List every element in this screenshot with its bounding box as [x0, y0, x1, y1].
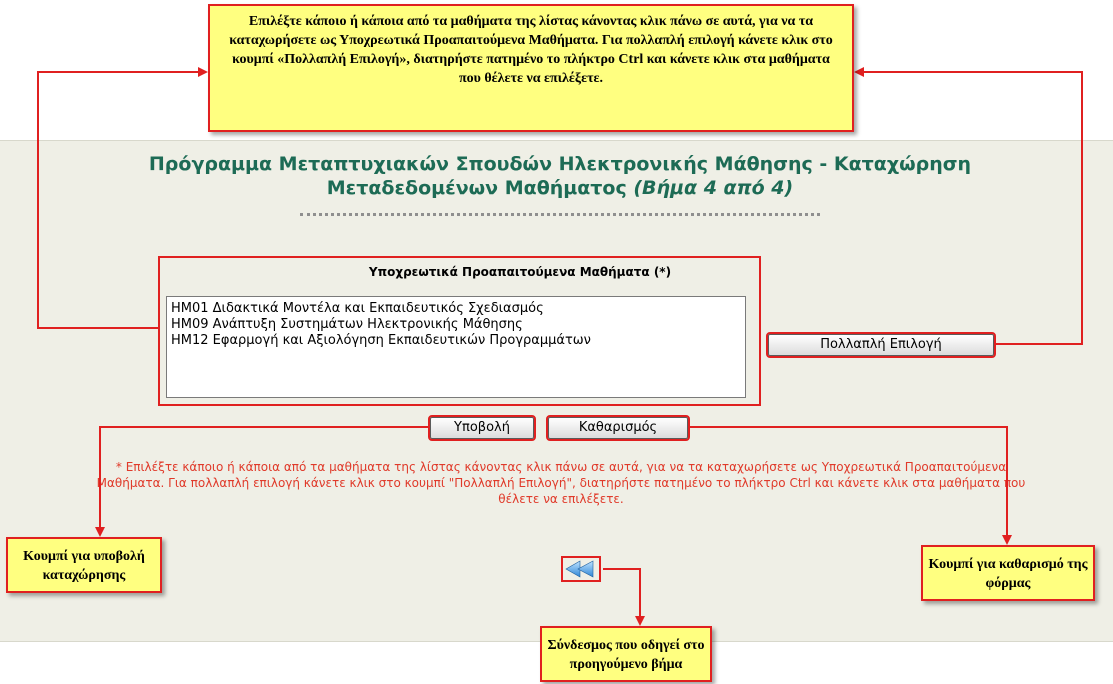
callout-clear: Κουμπί για καθαρισμό της φόρμας [921, 545, 1095, 601]
callout-submit: Κουμπί για υποβολή καταχώρησης [6, 537, 162, 593]
callout-back: Σύνδεσμος που οδηγεί στο προηγούμενο βήμ… [540, 626, 712, 682]
callout-list-instructions: Επιλέξτε κάποιο ή κάποια από τα μαθήματα… [208, 4, 854, 132]
